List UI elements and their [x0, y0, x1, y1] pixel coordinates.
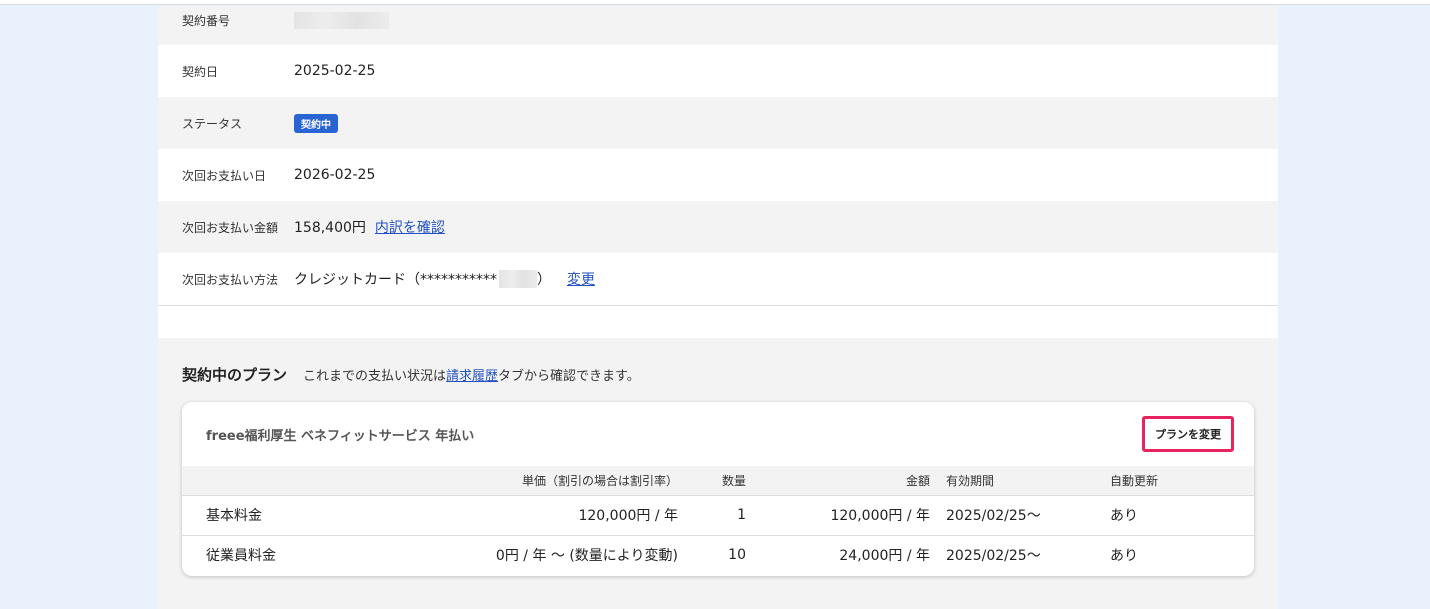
payment-method-label: 次回お支払い方法	[182, 272, 279, 287]
contract-detail-panel: 契約番号 契約日 2025-02-25 ステータス 契約中 次回お支払い日 20…	[158, 6, 1278, 609]
plan-note-text: これまでの支払い状況は	[303, 369, 447, 384]
contract-info-table: 契約番号 契約日 2025-02-25 ステータス 契約中 次回お支払い日 20…	[158, 6, 1278, 305]
col-quantity: 数量	[678, 466, 746, 496]
col-amount: 金額	[746, 466, 930, 496]
col-name	[182, 466, 462, 496]
row-name: 基本料金	[182, 495, 462, 536]
payment-method-value-end: ）	[537, 272, 551, 288]
plan-section-note: これまでの支払い状況は請求履歴タブから確認できます。	[303, 365, 640, 384]
plan-note-text-end: タブから確認できます。	[498, 369, 640, 384]
table-row: 基本料金 120,000円 / 年 1 120,000円 / 年 2025/02…	[182, 495, 1254, 536]
plan-card-title: freee福利厚生 ベネフィットサービス 年払い	[206, 428, 475, 444]
contract-date-label: 契約日	[182, 64, 219, 79]
contract-number-label: 契約番号	[182, 14, 231, 28]
row-quantity: 1	[678, 495, 746, 536]
row-amount: 120,000円 / 年	[746, 495, 930, 536]
col-auto-renew: 自動更新	[1110, 466, 1254, 496]
row-amount: 24,000円 / 年	[839, 548, 930, 565]
row-period: 2025/02/25〜	[946, 548, 1041, 565]
plan-section-header: 契約中のプラン これまでの支払い状況は請求履歴タブから確認できます。	[158, 338, 1278, 402]
next-payment-date-value: 2026-02-25	[294, 167, 376, 183]
contract-number-masked	[294, 12, 389, 29]
next-payment-amount-value: 158,400円	[294, 220, 366, 236]
payment-method-value: クレジットカード（***********	[294, 272, 497, 288]
table-row: 従業員料金 0円 / 年 〜 (数量により変動) 10 24,000円 / 年 …	[182, 535, 1254, 575]
change-payment-link[interactable]: 変更	[567, 269, 595, 289]
plan-card-header: freee福利厚生 ベネフィットサービス 年払い プランを変更	[182, 402, 1254, 466]
status-badge: 契約中	[294, 113, 338, 133]
billing-history-link[interactable]: 請求履歴	[446, 369, 498, 384]
plan-card: freee福利厚生 ベネフィットサービス 年払い プランを変更 単価（割引の場合…	[182, 402, 1254, 576]
row-status: ステータス 契約中	[158, 97, 1278, 149]
plan-table: 単価（割引の場合は割引率） 数量 金額 有効期間 自動更新 基本料金 120,0…	[182, 466, 1254, 575]
row-unit-price: 0円 / 年 〜 (数量により変動)	[495, 548, 678, 565]
row-unit-price: 120,000円 / 年	[462, 495, 678, 536]
col-period: 有効期間	[930, 466, 1110, 496]
next-payment-amount-label: 次回お支払い金額	[182, 220, 279, 235]
change-plan-button[interactable]: プランを変更	[1142, 416, 1234, 452]
plan-section-title: 契約中のプラン	[182, 366, 288, 384]
row-quantity: 10	[728, 547, 746, 564]
row-auto-renew: あり	[1110, 495, 1254, 536]
row-payment-method: 次回お支払い方法 クレジットカード（*********** ） 変更	[158, 253, 1278, 305]
row-next-payment-date: 次回お支払い日 2026-02-25	[158, 149, 1278, 201]
row-name: 従業員料金	[206, 548, 276, 565]
breakdown-link[interactable]: 内訳を確認	[375, 217, 445, 237]
next-payment-date-label: 次回お支払い日	[182, 168, 267, 183]
row-contract-number: 契約番号	[158, 6, 1278, 45]
plan-table-header: 単価（割引の場合は割引率） 数量 金額 有効期間 自動更新	[182, 466, 1254, 496]
row-auto-renew: あり	[1110, 548, 1138, 565]
status-label: ステータス	[182, 116, 243, 131]
row-contract-date: 契約日 2025-02-25	[158, 45, 1278, 97]
section-divider	[158, 305, 1278, 338]
row-period: 2025/02/25〜	[930, 495, 1110, 536]
row-next-payment-amount: 次回お支払い金額 158,400円 内訳を確認	[158, 201, 1278, 253]
col-unit-price: 単価（割引の場合は割引率）	[462, 466, 678, 496]
contract-date-value: 2025-02-25	[294, 63, 376, 79]
top-border	[0, 0, 1430, 5]
card-number-masked	[499, 270, 537, 288]
